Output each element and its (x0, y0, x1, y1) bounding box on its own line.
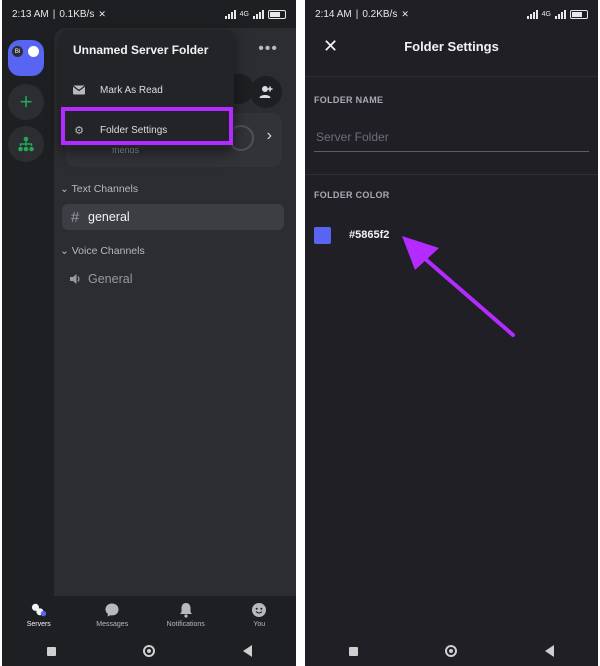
add-user-icon (259, 86, 273, 98)
nav-label: Servers (26, 621, 51, 628)
nav-servers[interactable]: Servers (9, 602, 69, 628)
system-navigation-bar (305, 636, 598, 666)
nav-label: Messages (96, 621, 129, 628)
hub-icon (18, 136, 34, 152)
back-triangle-icon (242, 645, 252, 657)
battery-icon (268, 9, 286, 19)
channel-general-text[interactable]: # general (62, 204, 284, 230)
chevron-right-icon: › (266, 127, 272, 144)
section-divider (305, 174, 598, 175)
status-bar: 2:13 AM | 0.1KB/s ✕ 4G (2, 0, 296, 28)
recents-button[interactable] (334, 646, 374, 656)
status-bar: 2:14 AM | 0.2KB/s ✕ 4G (305, 0, 598, 28)
home-circle-icon (445, 645, 458, 657)
wifi-off-icon: ✕ (98, 8, 106, 19)
invite-members-button[interactable] (250, 76, 282, 108)
home-button[interactable] (129, 645, 169, 657)
highlight-annotation (61, 107, 233, 145)
folder-color-label: FOLDER COLOR (314, 190, 390, 200)
network-type: 4G (541, 10, 551, 18)
chevron-down-icon: ⌄ (60, 183, 69, 195)
bell-icon (178, 602, 194, 618)
back-button[interactable] (529, 645, 569, 657)
category-text-channels[interactable]: ⌄ Text Channels (60, 183, 138, 195)
envelope-icon (72, 85, 86, 95)
back-triangle-icon (544, 645, 554, 657)
nav-notifications[interactable]: Notifications (156, 602, 216, 628)
category-label: Text Channels (71, 183, 139, 195)
hashtag-icon: # (70, 208, 80, 226)
back-button[interactable] (227, 645, 267, 657)
plus-icon: + (19, 89, 33, 114)
signal-icon-2 (253, 9, 264, 19)
signal-icon (224, 9, 236, 19)
square-icon (46, 646, 56, 656)
menu-item-label: Mark As Read (100, 84, 163, 96)
channel-general-voice[interactable]: General (62, 266, 284, 292)
nav-you[interactable]: You (229, 602, 289, 628)
square-icon (349, 646, 359, 656)
category-voice-channels[interactable]: ⌄ Voice Channels (60, 245, 145, 257)
speaker-icon (70, 274, 80, 284)
folder-name-label: FOLDER NAME (314, 95, 384, 105)
bottom-navigation: Servers Messages Notifications You (2, 596, 296, 636)
nav-label: Notifications (166, 621, 205, 628)
home-circle-icon (143, 645, 155, 657)
signal-icon (526, 9, 538, 19)
more-options-icon[interactable]: ••• (258, 40, 278, 58)
avatar-icon (251, 602, 267, 618)
color-swatch[interactable] (314, 226, 331, 244)
signal-icon-2 (555, 9, 566, 19)
context-menu-title: Unnamed Server Folder (73, 43, 209, 57)
status-time: 2:13 AM (12, 8, 49, 20)
status-speed: 0.1KB/s (59, 8, 95, 20)
folder-server-avatar (28, 46, 39, 57)
status-time: 2:14 AM (315, 8, 352, 20)
recents-button[interactable] (31, 646, 71, 656)
add-server-button[interactable]: + (8, 84, 44, 120)
folder-color-row[interactable]: #5865f2 (314, 224, 389, 246)
nav-messages[interactable]: Messages (82, 602, 142, 628)
server-folder-icon[interactable]: Bi (8, 40, 44, 76)
chat-bubble-icon (104, 602, 120, 618)
channel-name: general (88, 210, 130, 224)
page-title: Folder Settings (404, 39, 499, 54)
folder-settings-screen: 2:14 AM | 0.2KB/s ✕ 4G ✕ Folder Settings… (305, 0, 598, 666)
servers-icon (31, 602, 47, 618)
wifi-off-icon: ✕ (401, 8, 409, 19)
folder-server-badge: Bi (12, 46, 23, 57)
folder-name-input[interactable] (314, 122, 589, 152)
color-hex-value: #5865f2 (349, 229, 390, 241)
status-speed: 0.2KB/s (362, 8, 398, 20)
network-type: 4G (239, 10, 249, 18)
header-divider (305, 76, 598, 77)
system-navigation-bar (2, 636, 296, 666)
channel-name: General (88, 272, 133, 286)
home-button[interactable] (431, 645, 471, 657)
guild-sidebar: Bi + (2, 28, 52, 596)
server-list-screen: 2:13 AM | 0.1KB/s ✕ 4G Bi + ••• friends … (2, 0, 296, 666)
explore-servers-button[interactable] (8, 126, 44, 162)
category-label: Voice Channels (71, 245, 145, 257)
chevron-down-icon: ⌄ (60, 245, 69, 257)
nav-label: You (253, 621, 266, 628)
settings-header: ✕ Folder Settings (305, 28, 598, 66)
mark-as-read-item[interactable]: Mark As Read (60, 75, 234, 105)
battery-icon (570, 9, 588, 19)
